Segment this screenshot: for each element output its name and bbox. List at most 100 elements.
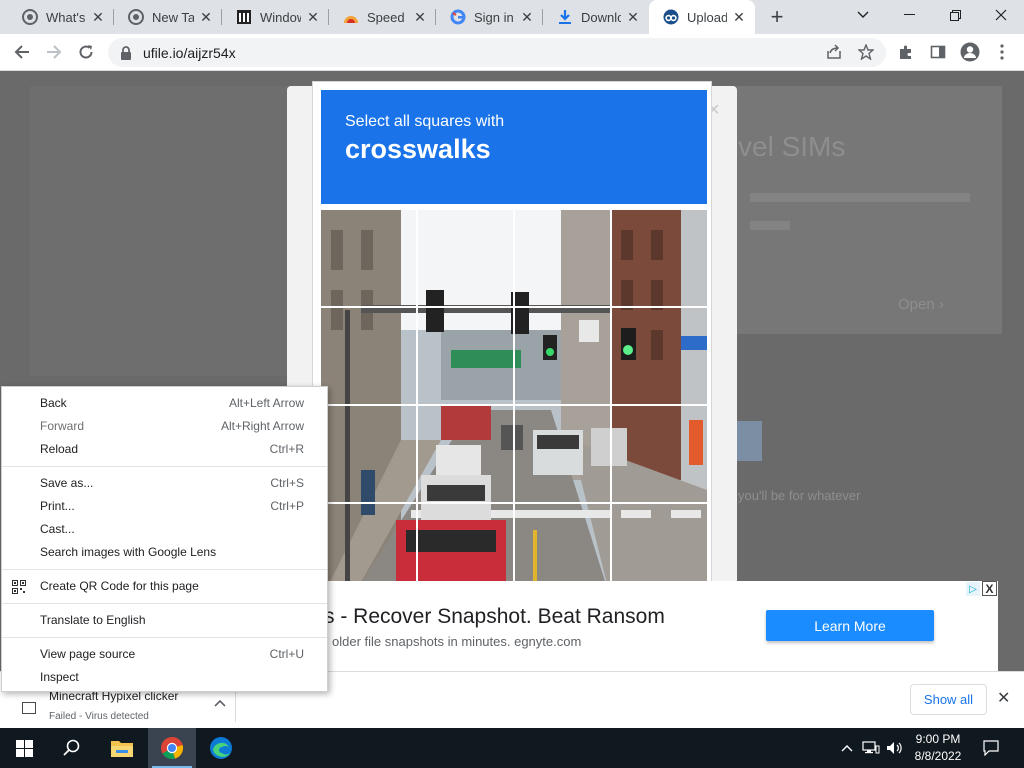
bookmark-star-icon[interactable] xyxy=(852,38,880,66)
tab[interactable]: What's N ✕ xyxy=(8,0,114,34)
menu-item[interactable]: Cast... xyxy=(2,518,327,541)
screen: What's N ✕ New Tab ✕ Windows ✕ Speed D ✕… xyxy=(0,0,1024,768)
back-icon[interactable] xyxy=(8,38,36,66)
menu-item[interactable]: Print... Ctrl+P xyxy=(2,495,327,518)
tab-title: Windows xyxy=(260,9,301,25)
menu-item[interactable]: View page source Ctrl+U xyxy=(2,643,327,666)
notification-icon[interactable] xyxy=(980,728,1002,768)
menu-item-label: Search images with Google Lens xyxy=(40,545,217,559)
tab-strip: What's N ✕ New Tab ✕ Windows ✕ Speed D ✕… xyxy=(0,0,1024,34)
menu-item[interactable]: Inspect xyxy=(2,666,327,689)
menu-item[interactable]: Translate to English xyxy=(2,609,327,632)
background-open-link: Open › xyxy=(898,296,944,313)
captcha-tile[interactable] xyxy=(418,406,513,502)
menu-item-label: Translate to English xyxy=(40,613,146,627)
menu-separator xyxy=(2,603,327,604)
tab-search-icon[interactable] xyxy=(840,0,886,30)
tab-close-icon[interactable]: ✕ xyxy=(412,9,428,25)
extensions-icon[interactable] xyxy=(892,38,920,66)
captcha-grid xyxy=(321,210,707,600)
menu-item[interactable]: Back Alt+Left Arrow xyxy=(2,392,327,415)
captcha-tile[interactable] xyxy=(321,406,416,502)
captcha-tile[interactable] xyxy=(418,308,513,404)
tab-title: New Tab xyxy=(152,9,194,25)
file-icon xyxy=(22,702,36,714)
share-icon[interactable] xyxy=(820,38,848,66)
tab[interactable]: New Tab ✕ xyxy=(114,0,222,34)
menu-item-shortcut: Ctrl+R xyxy=(269,442,304,456)
menu-item-shortcut: Ctrl+U xyxy=(269,647,304,661)
tab-close-icon[interactable]: ✕ xyxy=(305,9,321,25)
tab-title: Speed D xyxy=(367,9,408,25)
tab-close-icon[interactable]: ✕ xyxy=(625,9,641,25)
show-all-button[interactable]: Show all xyxy=(910,684,987,715)
tab-active[interactable]: Upload ✕ xyxy=(649,0,755,34)
minimize-icon[interactable] xyxy=(886,0,932,30)
captcha-challenge: Select all squares with crosswalks xyxy=(312,81,712,601)
tab-close-icon[interactable]: ✕ xyxy=(519,9,535,25)
reload-icon[interactable] xyxy=(72,38,100,66)
close-window-icon[interactable] xyxy=(978,0,1024,30)
menu-item-label: Inspect xyxy=(40,670,79,684)
captcha-tile[interactable] xyxy=(321,308,416,404)
ad-close-button[interactable]: X xyxy=(982,581,997,596)
background-heading: vel SIMs xyxy=(738,131,846,162)
windows-start-icon[interactable] xyxy=(0,728,48,768)
menu-item[interactable]: Reload Ctrl+R xyxy=(2,438,327,461)
ad-title[interactable]: s - Recover Snapshot. Beat Ransom xyxy=(324,605,665,629)
chevron-up-icon[interactable] xyxy=(214,696,226,710)
captcha-tile[interactable] xyxy=(515,406,610,502)
tab[interactable]: Windows ✕ xyxy=(222,0,329,34)
chevron-up-tray-icon[interactable] xyxy=(838,728,856,768)
menu-item-label: Print... xyxy=(40,499,75,513)
menu-kebab-icon[interactable] xyxy=(988,38,1016,66)
browser-toolbar: ufile.io/aijzr54x xyxy=(0,34,1024,71)
new-tab-button[interactable]: + xyxy=(764,4,790,29)
ad-choices-icon[interactable]: ▷ xyxy=(966,582,980,596)
menu-item[interactable]: Create QR Code for this page xyxy=(2,575,327,598)
captcha-tile[interactable] xyxy=(612,406,707,502)
captcha-tile[interactable] xyxy=(612,210,707,306)
tab[interactable]: Sign in ✕ xyxy=(436,0,543,34)
tab-close-icon[interactable]: ✕ xyxy=(731,9,747,25)
tab-title: Upload xyxy=(687,9,727,25)
menu-item-shortcut: Alt+Right Arrow xyxy=(220,419,304,433)
learn-more-button[interactable]: Learn More xyxy=(766,610,934,641)
address-bar[interactable]: ufile.io/aijzr54x xyxy=(108,38,886,67)
search-icon[interactable] xyxy=(48,728,96,768)
background-blue-shape xyxy=(737,421,762,461)
volume-icon[interactable] xyxy=(884,728,906,768)
chrome-taskbar-icon[interactable] xyxy=(148,728,196,768)
captcha-tile[interactable] xyxy=(612,308,707,404)
menu-item-label: Back xyxy=(40,396,67,410)
menu-separator xyxy=(2,569,327,570)
lock-icon[interactable] xyxy=(120,45,134,60)
tab[interactable]: Downlo ✕ xyxy=(543,0,649,34)
forward-icon[interactable] xyxy=(40,38,68,66)
menu-item[interactable]: Save as... Ctrl+S xyxy=(2,472,327,495)
ad-banner[interactable]: s - Recover Snapshot. Beat Ransom older … xyxy=(320,581,998,671)
tab-close-icon[interactable]: ✕ xyxy=(90,9,106,25)
profile-avatar-icon[interactable] xyxy=(956,38,984,66)
side-panel-icon[interactable] xyxy=(924,38,952,66)
menu-item[interactable]: Search images with Google Lens xyxy=(2,541,327,564)
captcha-tile[interactable] xyxy=(515,308,610,404)
captcha-tile[interactable] xyxy=(418,210,513,306)
system-clock[interactable]: 9:00 PM 8/8/2022 xyxy=(908,731,968,765)
captcha-tile[interactable] xyxy=(515,210,610,306)
tab-close-icon[interactable]: ✕ xyxy=(198,9,214,25)
captcha-tile[interactable] xyxy=(321,210,416,306)
tab[interactable]: Speed D ✕ xyxy=(329,0,436,34)
background-footer-text: you'll be for whatever xyxy=(738,488,861,503)
url-text: ufile.io/aijzr54x xyxy=(143,44,236,61)
close-download-bar-icon[interactable]: ✕ xyxy=(997,688,1010,708)
restore-icon[interactable] xyxy=(932,0,978,30)
background-text-line xyxy=(750,193,970,202)
network-icon[interactable] xyxy=(860,728,882,768)
tab-title: What's N xyxy=(46,9,86,25)
chrome-icon xyxy=(128,9,144,25)
menu-item-label: Reload xyxy=(40,442,79,456)
file-explorer-icon[interactable] xyxy=(98,728,146,768)
edge-icon[interactable] xyxy=(197,728,245,768)
ad-subtitle[interactable]: older file snapshots in minutes. egnyte.… xyxy=(332,634,581,649)
